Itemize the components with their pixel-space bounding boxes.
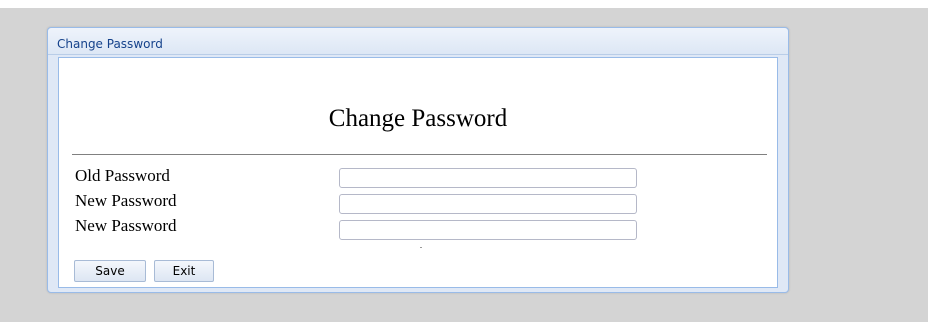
exit-button[interactable]: Exit (154, 260, 214, 282)
top-band (0, 0, 928, 8)
confirm-new-password-input[interactable] (339, 220, 637, 240)
change-password-window: Change Password Change Password Old Pass… (47, 27, 789, 293)
window-title: Change Password (57, 37, 163, 51)
form-heading: Change Password (328, 105, 508, 132)
heading-divider (72, 154, 767, 155)
new-password-label: New Password (75, 191, 177, 210)
window-body: Change Password Old Password New Passwor… (58, 57, 778, 288)
separator-dot (420, 247, 422, 248)
confirm-new-password-label: New Password (75, 216, 177, 235)
save-button[interactable]: Save (74, 260, 146, 282)
new-password-input[interactable] (339, 194, 637, 214)
old-password-input[interactable] (339, 168, 637, 188)
window-header[interactable]: Change Password (48, 28, 788, 55)
old-password-label: Old Password (75, 166, 170, 185)
